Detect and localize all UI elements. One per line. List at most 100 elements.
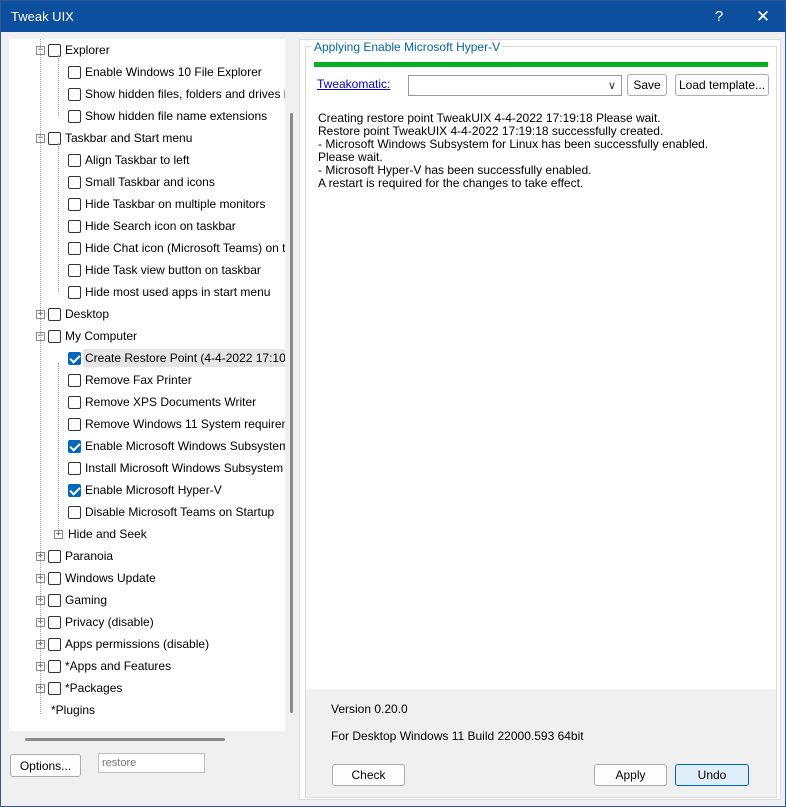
- tweakomatic-dropdown[interactable]: ∨: [408, 75, 622, 96]
- tree-item[interactable]: Small Taskbar and icons: [68, 171, 217, 193]
- tree-item[interactable]: + Windows Update: [36, 567, 158, 589]
- tree-item-label: Explorer: [65, 43, 110, 57]
- search-input[interactable]: [98, 753, 205, 773]
- tree-item-label: Enable Windows 10 File Explorer: [85, 65, 262, 79]
- tree-item[interactable]: Enable Microsoft Windows Subsystem for l: [68, 435, 285, 457]
- options-button[interactable]: Options...: [10, 754, 81, 777]
- tree-item-label: Hide Taskbar on multiple monitors: [85, 197, 266, 211]
- tree-item[interactable]: Hide most used apps in start menu: [68, 281, 272, 303]
- group-title: Applying Enable Microsoft Hyper-V: [312, 40, 503, 54]
- tree-item-label: Enable Microsoft Hyper-V: [85, 483, 222, 497]
- tree-item-label: Hide Task view button on taskbar: [85, 263, 261, 277]
- tree-item[interactable]: Hide Task view button on taskbar: [68, 259, 263, 281]
- window-title: Tweak UIX: [11, 9, 74, 24]
- tweakomatic-link[interactable]: Tweakomatic:: [317, 77, 390, 91]
- tree-checkbox[interactable]: [68, 241, 81, 255]
- tree-item[interactable]: Show hidden file name extensions: [68, 105, 269, 127]
- tree-item-label: Windows Update: [65, 571, 156, 585]
- tree-checkbox[interactable]: [68, 263, 81, 277]
- tree-item-label: Hide most used apps in start menu: [85, 285, 271, 299]
- close-button[interactable]: ✕: [743, 1, 783, 32]
- tree-item[interactable]: Enable Microsoft Hyper-V: [68, 479, 224, 501]
- tree-checkbox[interactable]: [68, 417, 81, 431]
- tree-item[interactable]: Remove Windows 11 System requirements: [68, 413, 285, 435]
- tree-item[interactable]: + Apps permissions (disable): [36, 633, 211, 655]
- tree-checkbox[interactable]: [68, 461, 81, 475]
- tree-checkbox[interactable]: [68, 65, 81, 79]
- tree-checkbox[interactable]: [48, 43, 61, 57]
- tree-item-label: Disable Microsoft Teams on Startup: [85, 505, 275, 519]
- build-text: For Desktop Windows 11 Build 22000.593 6…: [331, 729, 584, 743]
- tree-checkbox[interactable]: [68, 87, 81, 101]
- tree-item-label: Hide Search icon on taskbar: [85, 219, 236, 233]
- tree-checkbox[interactable]: [48, 593, 61, 607]
- tree-item[interactable]: Disable Microsoft Teams on Startup: [68, 501, 276, 523]
- apply-button[interactable]: Apply: [594, 764, 667, 786]
- tree-item[interactable]: Enable Windows 10 File Explorer: [68, 61, 264, 83]
- tree-item-label: Taskbar and Start menu: [65, 131, 193, 145]
- tree-checkbox[interactable]: [68, 483, 81, 497]
- tree-checkbox[interactable]: [68, 153, 81, 167]
- tree-item-label: *Plugins: [51, 703, 96, 717]
- tree-item[interactable]: Hide Chat icon (Microsoft Teams) on task…: [68, 237, 285, 259]
- tree-checkbox[interactable]: [68, 439, 81, 453]
- tree-checkbox[interactable]: [68, 175, 81, 189]
- tree-checkbox[interactable]: [48, 549, 61, 563]
- tree-horizontal-scrollbar[interactable]: [25, 738, 225, 741]
- tree-item-label: Paranoia: [65, 549, 114, 563]
- tree-item-label: Remove Windows 11 System requirements: [85, 417, 285, 431]
- tree-item[interactable]: + Privacy (disable): [36, 611, 156, 633]
- tree-item[interactable]: + *Apps and Features: [36, 655, 173, 677]
- tree-checkbox[interactable]: [68, 285, 81, 299]
- tree-checkbox[interactable]: [68, 219, 81, 233]
- tree-checkbox[interactable]: [48, 307, 61, 321]
- app-window: Tweak UIX ? ✕ − Explorer Enable Windows 10…: [0, 0, 786, 807]
- tree-item[interactable]: Show hidden files, folders and drives in…: [68, 83, 285, 105]
- tree-item-label: *Apps and Features: [65, 659, 172, 673]
- tree-vertical-scrollbar[interactable]: [290, 113, 293, 713]
- tree-item[interactable]: + Hide and Seek: [54, 523, 149, 545]
- help-button[interactable]: ?: [699, 1, 739, 32]
- undo-button[interactable]: Undo: [675, 764, 749, 786]
- tree-item[interactable]: + Gaming: [36, 589, 109, 611]
- tree-item[interactable]: Remove XPS Documents Writer: [68, 391, 258, 413]
- tree-checkbox[interactable]: [48, 571, 61, 585]
- tree-checkbox[interactable]: [48, 681, 61, 695]
- tree-item[interactable]: + *Packages: [36, 677, 124, 699]
- tree-item[interactable]: Hide Search icon on taskbar: [68, 215, 238, 237]
- tree-guide-line: [40, 39, 41, 714]
- tree-guide-line: [58, 55, 59, 115]
- tree-item[interactable]: Hide Taskbar on multiple monitors: [68, 193, 268, 215]
- tree-item[interactable]: − My Computer: [36, 325, 139, 347]
- tree-item[interactable]: Align Taskbar to left: [68, 149, 192, 171]
- check-button[interactable]: Check: [332, 764, 405, 786]
- tree-item-label: My Computer: [65, 329, 138, 343]
- tree-item[interactable]: + Paranoia: [36, 545, 115, 567]
- tweaks-tree[interactable]: − Explorer Enable Windows 10 File Explorer…: [9, 39, 285, 731]
- tree-checkbox[interactable]: [68, 395, 81, 409]
- tree-checkbox[interactable]: [68, 197, 81, 211]
- tree-item-label: Gaming: [65, 593, 108, 607]
- tree-checkbox[interactable]: [48, 637, 61, 651]
- tree-checkbox[interactable]: [48, 329, 61, 343]
- tree-item-label: Remove XPS Documents Writer: [85, 395, 257, 409]
- tree-checkbox[interactable]: [48, 615, 61, 629]
- tree-checkbox[interactable]: [68, 109, 81, 123]
- tree-item[interactable]: *Plugins: [49, 699, 97, 721]
- tree-checkbox[interactable]: [68, 505, 81, 519]
- tree-checkbox[interactable]: [48, 659, 61, 673]
- tree-item-label: *Packages: [65, 681, 123, 695]
- tree-checkbox[interactable]: [68, 351, 81, 365]
- tree-checkbox[interactable]: [68, 373, 81, 387]
- tree-item[interactable]: Remove Fax Printer: [68, 369, 194, 391]
- save-button[interactable]: Save: [627, 74, 667, 96]
- tree-checkbox[interactable]: [48, 131, 61, 145]
- tree-item[interactable]: − Taskbar and Start menu: [36, 127, 194, 149]
- tree-item[interactable]: + Desktop: [36, 303, 111, 325]
- tree-item[interactable]: − Explorer: [36, 39, 112, 61]
- load-template-button[interactable]: Load template...: [675, 74, 769, 96]
- title-bar[interactable]: Tweak UIX ? ✕: [1, 1, 785, 32]
- tree-item[interactable]: Create Restore Point (4-4-2022 17:10:02): [68, 347, 285, 369]
- log-line: A restart is required for the changes to…: [318, 176, 584, 190]
- tree-item[interactable]: Install Microsoft Windows Subsystem for …: [68, 457, 285, 479]
